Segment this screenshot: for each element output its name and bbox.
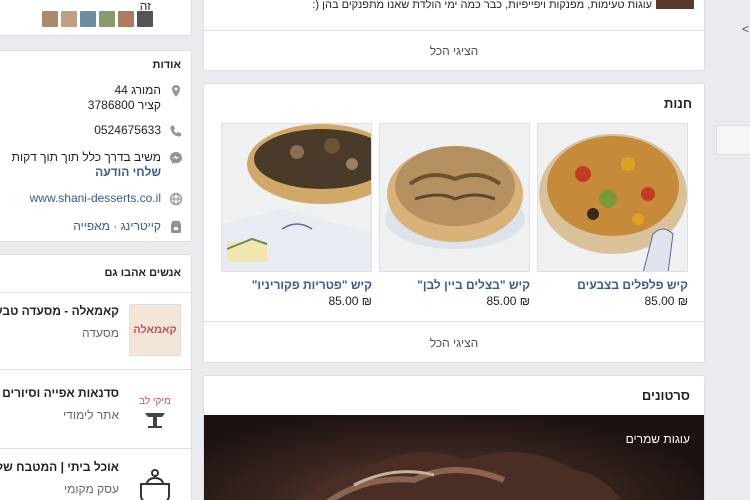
product-name[interactable]: קיש "בצלים ביין לבן" (379, 278, 530, 292)
related-page-category: מסעדה (82, 326, 119, 340)
product-price: 85.00 ₪ (486, 294, 530, 308)
related-page-item[interactable]: אוכל ביתי | המטבח של עסק מקומי (0, 460, 181, 500)
video-title: עוגות שמרים (625, 432, 690, 446)
about-address: המורג 44 קציר 3786800 (3, 83, 183, 113)
product-image[interactable] (221, 123, 372, 272)
product-card[interactable]: קיש "בצלים ביין לבן" 85.00 ₪ (379, 123, 530, 308)
shop-card: חנות קיש פלפלים בצבעים 85.00 ₪ קיש "בצלי… (203, 83, 705, 363)
post-text: עוגות טעימות, מפנקות ויפייפיות, כבר כמה … (312, 0, 652, 11)
related-pages-heading: אנשים אהבו גם (104, 267, 181, 279)
right-rail-box[interactable] (716, 125, 750, 155)
address-line1: המורג 44 (114, 83, 161, 97)
product-price: 85.00 ₪ (644, 294, 688, 308)
avatar[interactable] (61, 11, 77, 27)
related-pages-card: אנשים אהבו גם קאמאלה קאמאלה - מסעדה טבעו… (0, 254, 192, 500)
chevron-left-icon[interactable]: < (742, 22, 749, 36)
friend-avatars (42, 11, 153, 27)
about-website: www.shani-desserts.co.il (3, 191, 183, 206)
about-categories: קייטרינג · מאפייה (3, 219, 183, 234)
send-message-link[interactable]: שלחי הודעה (3, 165, 161, 180)
shop-title: חנות (664, 96, 692, 111)
divider (0, 292, 191, 293)
related-page-name[interactable]: קאמאלה - מסעדה טבעונית (0, 304, 119, 318)
about-message: משיב בדרך כלל תוך תוך דקות שלחי הודעה (3, 150, 183, 180)
videos-card: סרטונים עוגות שמרים (203, 375, 705, 500)
related-page-category: עסק מקומי (64, 482, 119, 496)
divider (0, 369, 191, 370)
globe-icon (169, 192, 183, 206)
related-page-category: אתר לימודי (63, 408, 119, 422)
avatar[interactable] (42, 11, 58, 27)
product-card[interactable]: קיש "פטריות פקוריניו" 85.00 ₪ (221, 123, 372, 308)
product-name[interactable]: קיש "פטריות פקוריניו" (221, 278, 372, 292)
related-page-logo (129, 460, 181, 500)
friends-card: זה (0, 0, 192, 36)
video-player[interactable]: עוגות שמרים (204, 415, 704, 500)
related-page-logo: קאמאלה (129, 304, 181, 356)
product-name[interactable]: קיש פלפלים בצבעים (537, 278, 688, 292)
divider (204, 30, 704, 31)
about-heading: אודות (152, 59, 181, 71)
website-link[interactable]: www.shani-desserts.co.il (3, 191, 161, 206)
avatar[interactable] (137, 11, 153, 27)
related-page-item[interactable]: קאמאלה קאמאלה - מסעדה טבעונית מסעדה (0, 304, 181, 356)
avatar[interactable] (118, 11, 134, 27)
category-icon (171, 221, 181, 233)
photos-card: עוגות טעימות, מפנקות ויפייפיות, כבר כמה … (203, 0, 705, 71)
post-thumbnail[interactable] (656, 0, 694, 9)
product-card[interactable]: קיש פלפלים בצבעים 85.00 ₪ (537, 123, 688, 308)
avatar[interactable] (99, 11, 115, 27)
related-page-item[interactable]: מיקי לב סדנאות אפייה וסיורים אתר לימודי (1, 386, 181, 438)
product-image[interactable] (379, 123, 530, 272)
related-page-name[interactable]: סדנאות אפייה וסיורים (2, 386, 119, 400)
videos-title: סרטונים (641, 388, 690, 403)
divider (0, 448, 191, 449)
phone-number: 0524675633 (94, 123, 161, 137)
response-time: משיב בדרך כלל תוך תוך דקות (11, 150, 161, 164)
categories-link[interactable]: קייטרינג · מאפייה (3, 219, 161, 234)
see-all-link[interactable]: הציגי הכל (204, 44, 704, 58)
related-page-logo: מיקי לב (129, 386, 181, 438)
phone-icon (170, 125, 182, 137)
related-page-name[interactable]: אוכל ביתי | המטבח של (0, 460, 119, 474)
messenger-icon (170, 152, 182, 164)
location-icon (172, 85, 180, 97)
see-all-link[interactable]: הציגי הכל (204, 336, 704, 350)
about-card: אודות המורג 44 קציר 3786800 0524675633 מ… (0, 50, 192, 242)
avatar[interactable] (80, 11, 96, 27)
divider (204, 321, 704, 322)
product-image[interactable] (537, 123, 688, 272)
product-price: 85.00 ₪ (328, 294, 372, 308)
address-line2: קציר 3786800 (87, 98, 161, 112)
about-phone: 0524675633 (3, 123, 183, 138)
